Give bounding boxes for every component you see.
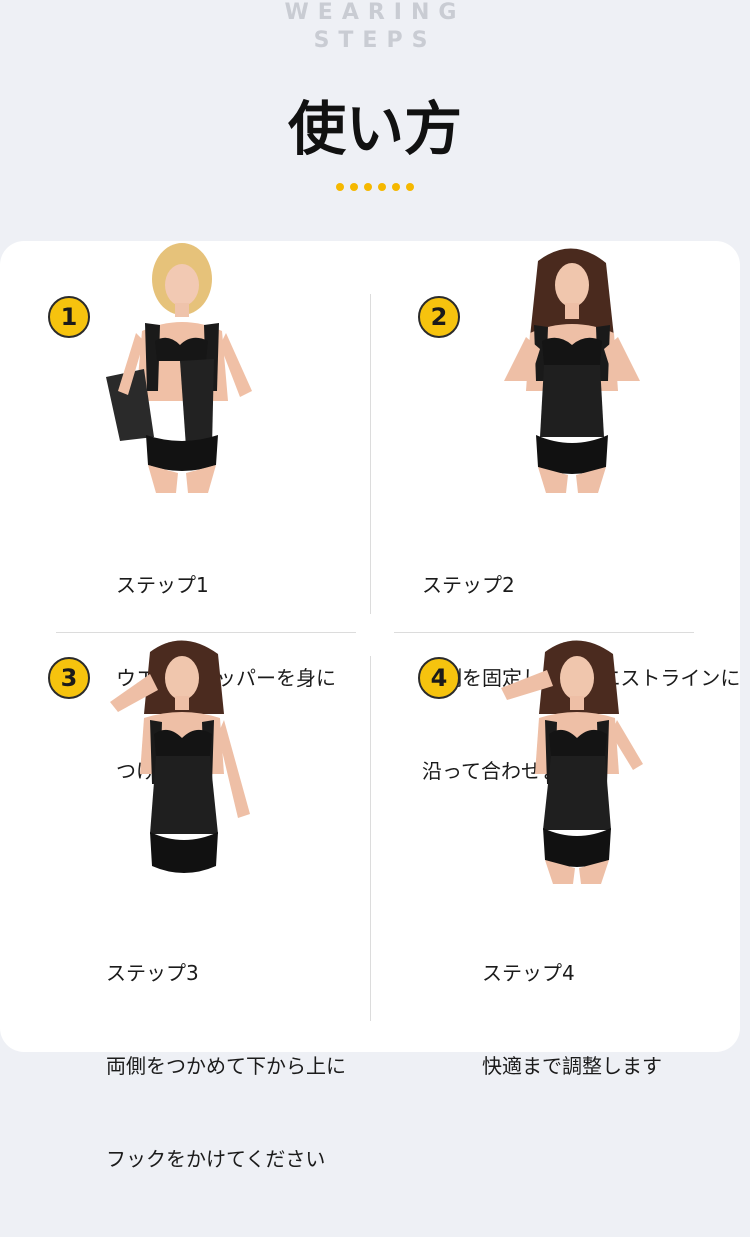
step2-model-image xyxy=(504,248,640,493)
step1-heading: ステップ1 xyxy=(116,573,209,597)
dot xyxy=(378,183,386,191)
page-title: 使い方 xyxy=(287,95,462,163)
dot xyxy=(406,183,414,191)
divider-vertical-bottom xyxy=(370,656,371,1021)
step3-heading: ステップ3 xyxy=(106,961,199,985)
step-number-badge: 3 xyxy=(48,657,90,699)
dot xyxy=(350,183,358,191)
step4-line1: 快適まで調整します xyxy=(482,1054,662,1078)
steps-card: 1 ステップ1 ウエストニッパーを身に つけます 2 xyxy=(0,241,740,1171)
step3-text: ステップ3 両側をつかめて下から上に フックをかけてください xyxy=(106,896,346,1237)
section-eyebrow-line1: WEARING xyxy=(284,0,466,25)
step-number-badge: 1 xyxy=(48,296,90,338)
section-eyebrow-line2: STEPS xyxy=(313,28,437,53)
step1-model-image xyxy=(106,243,252,493)
step-number-badge: 4 xyxy=(418,657,460,699)
title-dots-divider xyxy=(0,183,750,191)
dot xyxy=(364,183,372,191)
step3-line1: 両側をつかめて下から上に xyxy=(106,1054,346,1078)
dot xyxy=(336,183,344,191)
step3-model-image xyxy=(110,640,250,873)
dot xyxy=(392,183,400,191)
step4-heading: ステップ4 xyxy=(482,961,575,985)
step-number-badge: 2 xyxy=(418,296,460,338)
step2-heading: ステップ2 xyxy=(422,573,515,597)
divider-vertical-top xyxy=(370,294,371,614)
step3-line2: フックをかけてください xyxy=(106,1147,326,1171)
step4-model-image xyxy=(501,640,643,884)
step4-text: ステップ4 快適まで調整します xyxy=(482,896,662,1144)
